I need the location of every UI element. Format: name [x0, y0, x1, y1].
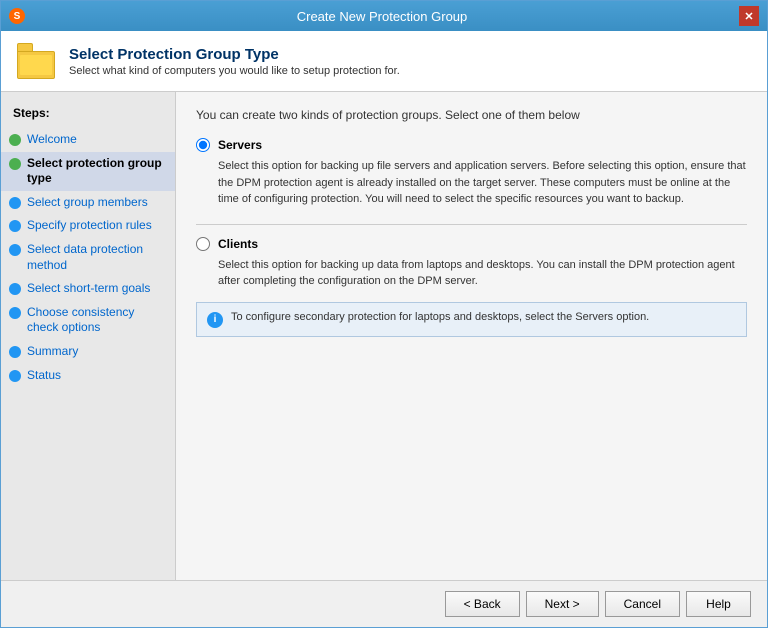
- clients-option-block: Clients Select this option for backing u…: [196, 237, 747, 337]
- servers-label[interactable]: Servers: [218, 138, 262, 152]
- title-bar: S Create New Protection Group ✕: [1, 1, 767, 31]
- footer: < Back Next > Cancel Help: [1, 580, 767, 627]
- sidebar-label-consistency: Choose consistency check options: [27, 305, 167, 336]
- sidebar-label-status: Status: [27, 368, 61, 384]
- content-area: You can create two kinds of protection g…: [176, 92, 767, 580]
- sidebar-item-select-type[interactable]: Select protection group type: [1, 152, 175, 191]
- clients-option-label: Clients: [196, 237, 747, 251]
- close-button[interactable]: ✕: [739, 6, 759, 26]
- step-dot-data-protection: [9, 244, 21, 256]
- clients-radio[interactable]: [196, 237, 210, 251]
- cancel-button[interactable]: Cancel: [605, 591, 680, 617]
- options-divider: [196, 224, 747, 225]
- header-title: Select Protection Group Type: [69, 46, 400, 63]
- header-section: Select Protection Group Type Select what…: [1, 31, 767, 92]
- servers-option-block: Servers Select this option for backing u…: [196, 138, 747, 208]
- step-dot-select-type: [9, 158, 21, 170]
- sidebar-label-specify-rules: Specify protection rules: [27, 218, 152, 234]
- next-button[interactable]: Next >: [526, 591, 599, 617]
- sidebar-item-consistency[interactable]: Choose consistency check options: [1, 301, 175, 340]
- main-window: S Create New Protection Group ✕ Select P…: [0, 0, 768, 628]
- sidebar-item-welcome[interactable]: Welcome: [1, 128, 175, 152]
- step-dot-select-members: [9, 197, 21, 209]
- sidebar-label-summary: Summary: [27, 344, 78, 360]
- sidebar-steps-label: Steps:: [1, 102, 175, 128]
- sidebar-label-select-type: Select protection group type: [27, 156, 167, 187]
- step-dot-summary: [9, 346, 21, 358]
- servers-description: Select this option for backing up file s…: [218, 158, 747, 208]
- step-dot-consistency: [9, 307, 21, 319]
- info-icon: i: [207, 312, 223, 328]
- sidebar-label-data-protection: Select data protection method: [27, 242, 167, 273]
- info-text: To configure secondary protection for la…: [231, 311, 649, 323]
- clients-label[interactable]: Clients: [218, 237, 258, 251]
- title-bar-left: S: [9, 8, 25, 24]
- window-title: Create New Protection Group: [25, 9, 739, 24]
- step-dot-short-term: [9, 283, 21, 295]
- sidebar-item-data-protection[interactable]: Select data protection method: [1, 238, 175, 277]
- step-dot-welcome: [9, 134, 21, 146]
- sidebar-item-specify-rules[interactable]: Specify protection rules: [1, 214, 175, 238]
- header-text: Select Protection Group Type Select what…: [69, 46, 400, 77]
- sidebar-label-select-members: Select group members: [27, 195, 148, 211]
- sidebar-item-select-members[interactable]: Select group members: [1, 191, 175, 215]
- help-button[interactable]: Help: [686, 591, 751, 617]
- sidebar: Steps: Welcome Select protection group t…: [1, 92, 176, 580]
- back-button[interactable]: < Back: [445, 591, 520, 617]
- sidebar-item-summary[interactable]: Summary: [1, 340, 175, 364]
- header-subtitle: Select what kind of computers you would …: [69, 65, 400, 77]
- sidebar-label-short-term: Select short-term goals: [27, 281, 150, 297]
- sidebar-item-short-term[interactable]: Select short-term goals: [1, 277, 175, 301]
- app-icon: S: [9, 8, 25, 24]
- main-content: Steps: Welcome Select protection group t…: [1, 92, 767, 580]
- step-dot-specify-rules: [9, 220, 21, 232]
- clients-description: Select this option for backing up data f…: [218, 257, 747, 290]
- servers-option-label: Servers: [196, 138, 747, 152]
- sidebar-label-welcome: Welcome: [27, 132, 77, 148]
- header-icon: [17, 43, 57, 79]
- step-dot-status: [9, 370, 21, 382]
- sidebar-item-status[interactable]: Status: [1, 364, 175, 388]
- info-box: i To configure secondary protection for …: [196, 302, 747, 337]
- content-intro: You can create two kinds of protection g…: [196, 108, 747, 122]
- servers-radio[interactable]: [196, 138, 210, 152]
